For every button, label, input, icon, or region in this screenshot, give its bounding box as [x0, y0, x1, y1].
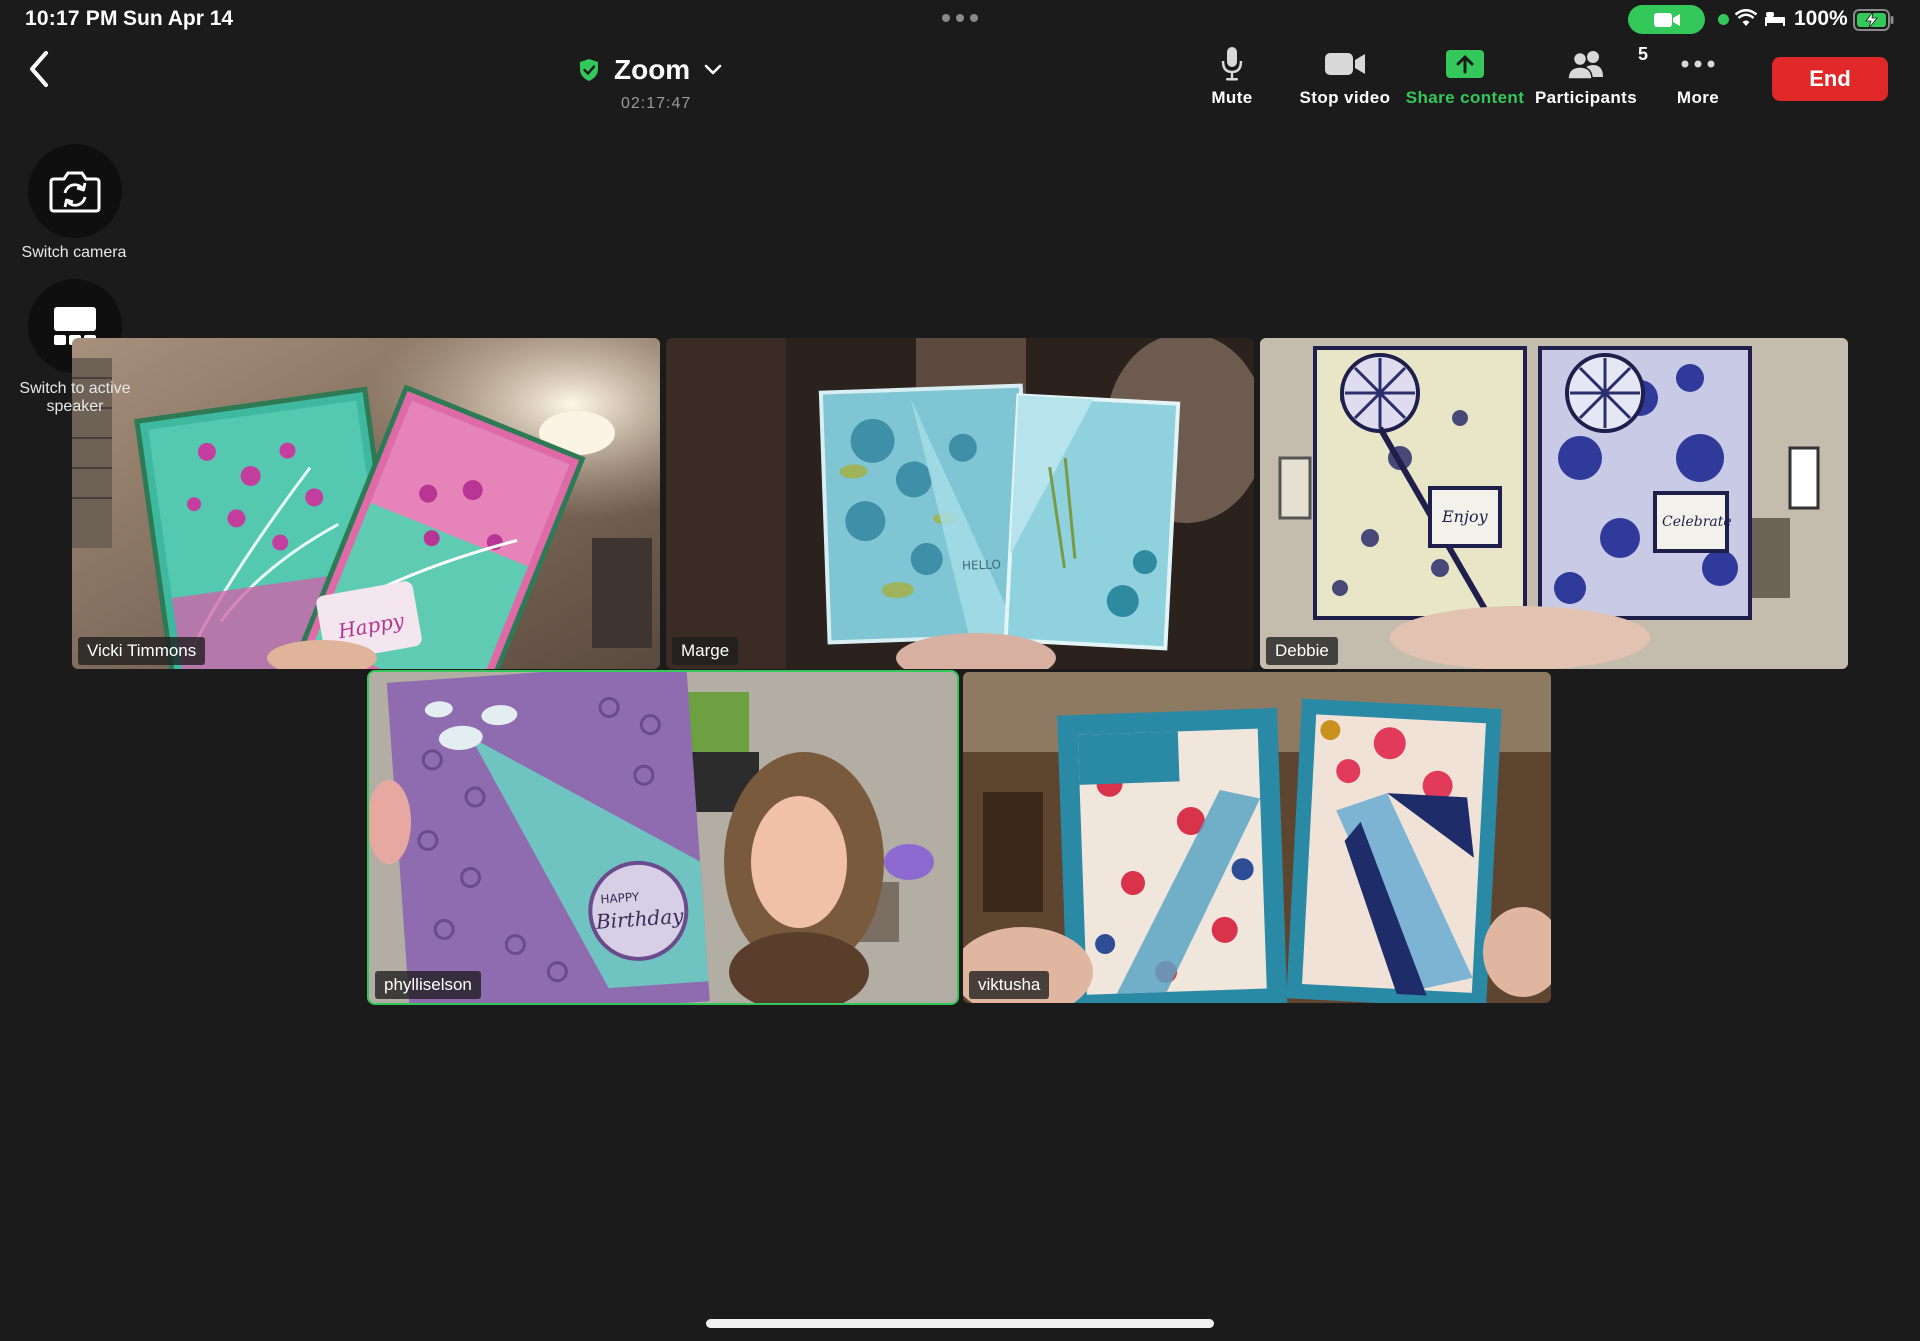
participant-name-tag: phylliselson: [375, 971, 481, 999]
participant-video: HAPPY Birthday: [369, 672, 957, 1003]
participant-name-tag: Marge: [672, 637, 739, 665]
switch-camera-icon: [49, 171, 101, 213]
more-button[interactable]: More: [1638, 46, 1758, 108]
switch-camera-button[interactable]: [28, 144, 122, 238]
participants-label: Participants: [1534, 88, 1638, 107]
battery-percentage: 100%: [1794, 7, 1848, 30]
mute-label: Mute: [1211, 88, 1253, 107]
share-content-button[interactable]: Share content: [1405, 46, 1525, 108]
svg-text:Celebrate: Celebrate: [1662, 514, 1732, 530]
camera-in-use-icon[interactable]: [1628, 5, 1705, 34]
meeting-title: Zoom: [614, 54, 691, 85]
stop-video-button[interactable]: Stop video: [1285, 46, 1405, 108]
stop-video-label: Stop video: [1299, 88, 1391, 107]
back-button[interactable]: [24, 48, 54, 90]
participants-button[interactable]: 5 Participants: [1526, 44, 1648, 108]
participant-video: Happy: [72, 338, 660, 669]
participant-video: HELLO: [666, 338, 1254, 669]
chevron-left-icon: [30, 51, 48, 87]
battery-charging-icon: [1853, 9, 1895, 36]
meeting-timer: 02:17:47: [621, 95, 692, 112]
participant-name-tag: Vicki Timmons: [78, 637, 206, 665]
more-label: More: [1676, 88, 1720, 107]
switch-camera-label: Switch camera: [21, 244, 127, 261]
video-tile-marge[interactable]: HELLO Marge: [666, 338, 1254, 669]
more-dots-icon: [1681, 60, 1715, 68]
wifi-icon: [1734, 9, 1758, 32]
chevron-down-icon: [704, 64, 722, 75]
status-date: Sun Apr 14: [123, 7, 234, 30]
participants-icon: [1567, 51, 1603, 79]
video-tile-viktusha[interactable]: viktusha: [963, 672, 1551, 1003]
mute-button[interactable]: Mute: [1172, 46, 1292, 108]
multitasking-dots-icon[interactable]: [942, 14, 978, 22]
video-tile-vicki-timmons[interactable]: Happy Vicki Timmons: [72, 338, 660, 669]
svg-text:HAPPY: HAPPY: [600, 890, 640, 907]
sleep-bed-icon: [1764, 10, 1786, 31]
meeting-title-dropdown[interactable]: Zoom: [578, 54, 722, 86]
shield-check-icon: [580, 59, 598, 81]
home-indicator[interactable]: [706, 1319, 1214, 1328]
share-screen-icon: [1446, 50, 1484, 78]
end-meeting-button[interactable]: End: [1772, 57, 1888, 101]
video-tile-phylliselson[interactable]: HAPPY Birthday phylliselson: [367, 670, 959, 1005]
participant-video: [963, 672, 1551, 1003]
share-content-label: Share content: [1405, 88, 1525, 107]
svg-text:HELLO: HELLO: [962, 557, 1001, 572]
privacy-indicator-dot: [1718, 14, 1729, 25]
video-camera-icon: [1325, 53, 1365, 75]
switch-speaker-label: Switch to active speaker: [19, 380, 131, 415]
participant-name-tag: Debbie: [1266, 637, 1338, 665]
participant-video: Enjoy Celebrate: [1260, 338, 1848, 669]
svg-text:Enjoy: Enjoy: [1441, 507, 1489, 526]
status-time: 10:17 PM: [25, 7, 118, 30]
video-tile-debbie[interactable]: Enjoy Celebrate Debbie: [1260, 338, 1848, 669]
participant-name-tag: viktusha: [969, 971, 1050, 999]
zoom-meeting-screen: 10:17 PM Sun Apr 14 100% Zoom 02:17:47 M…: [0, 0, 1920, 1341]
microphone-icon: [1221, 47, 1243, 81]
